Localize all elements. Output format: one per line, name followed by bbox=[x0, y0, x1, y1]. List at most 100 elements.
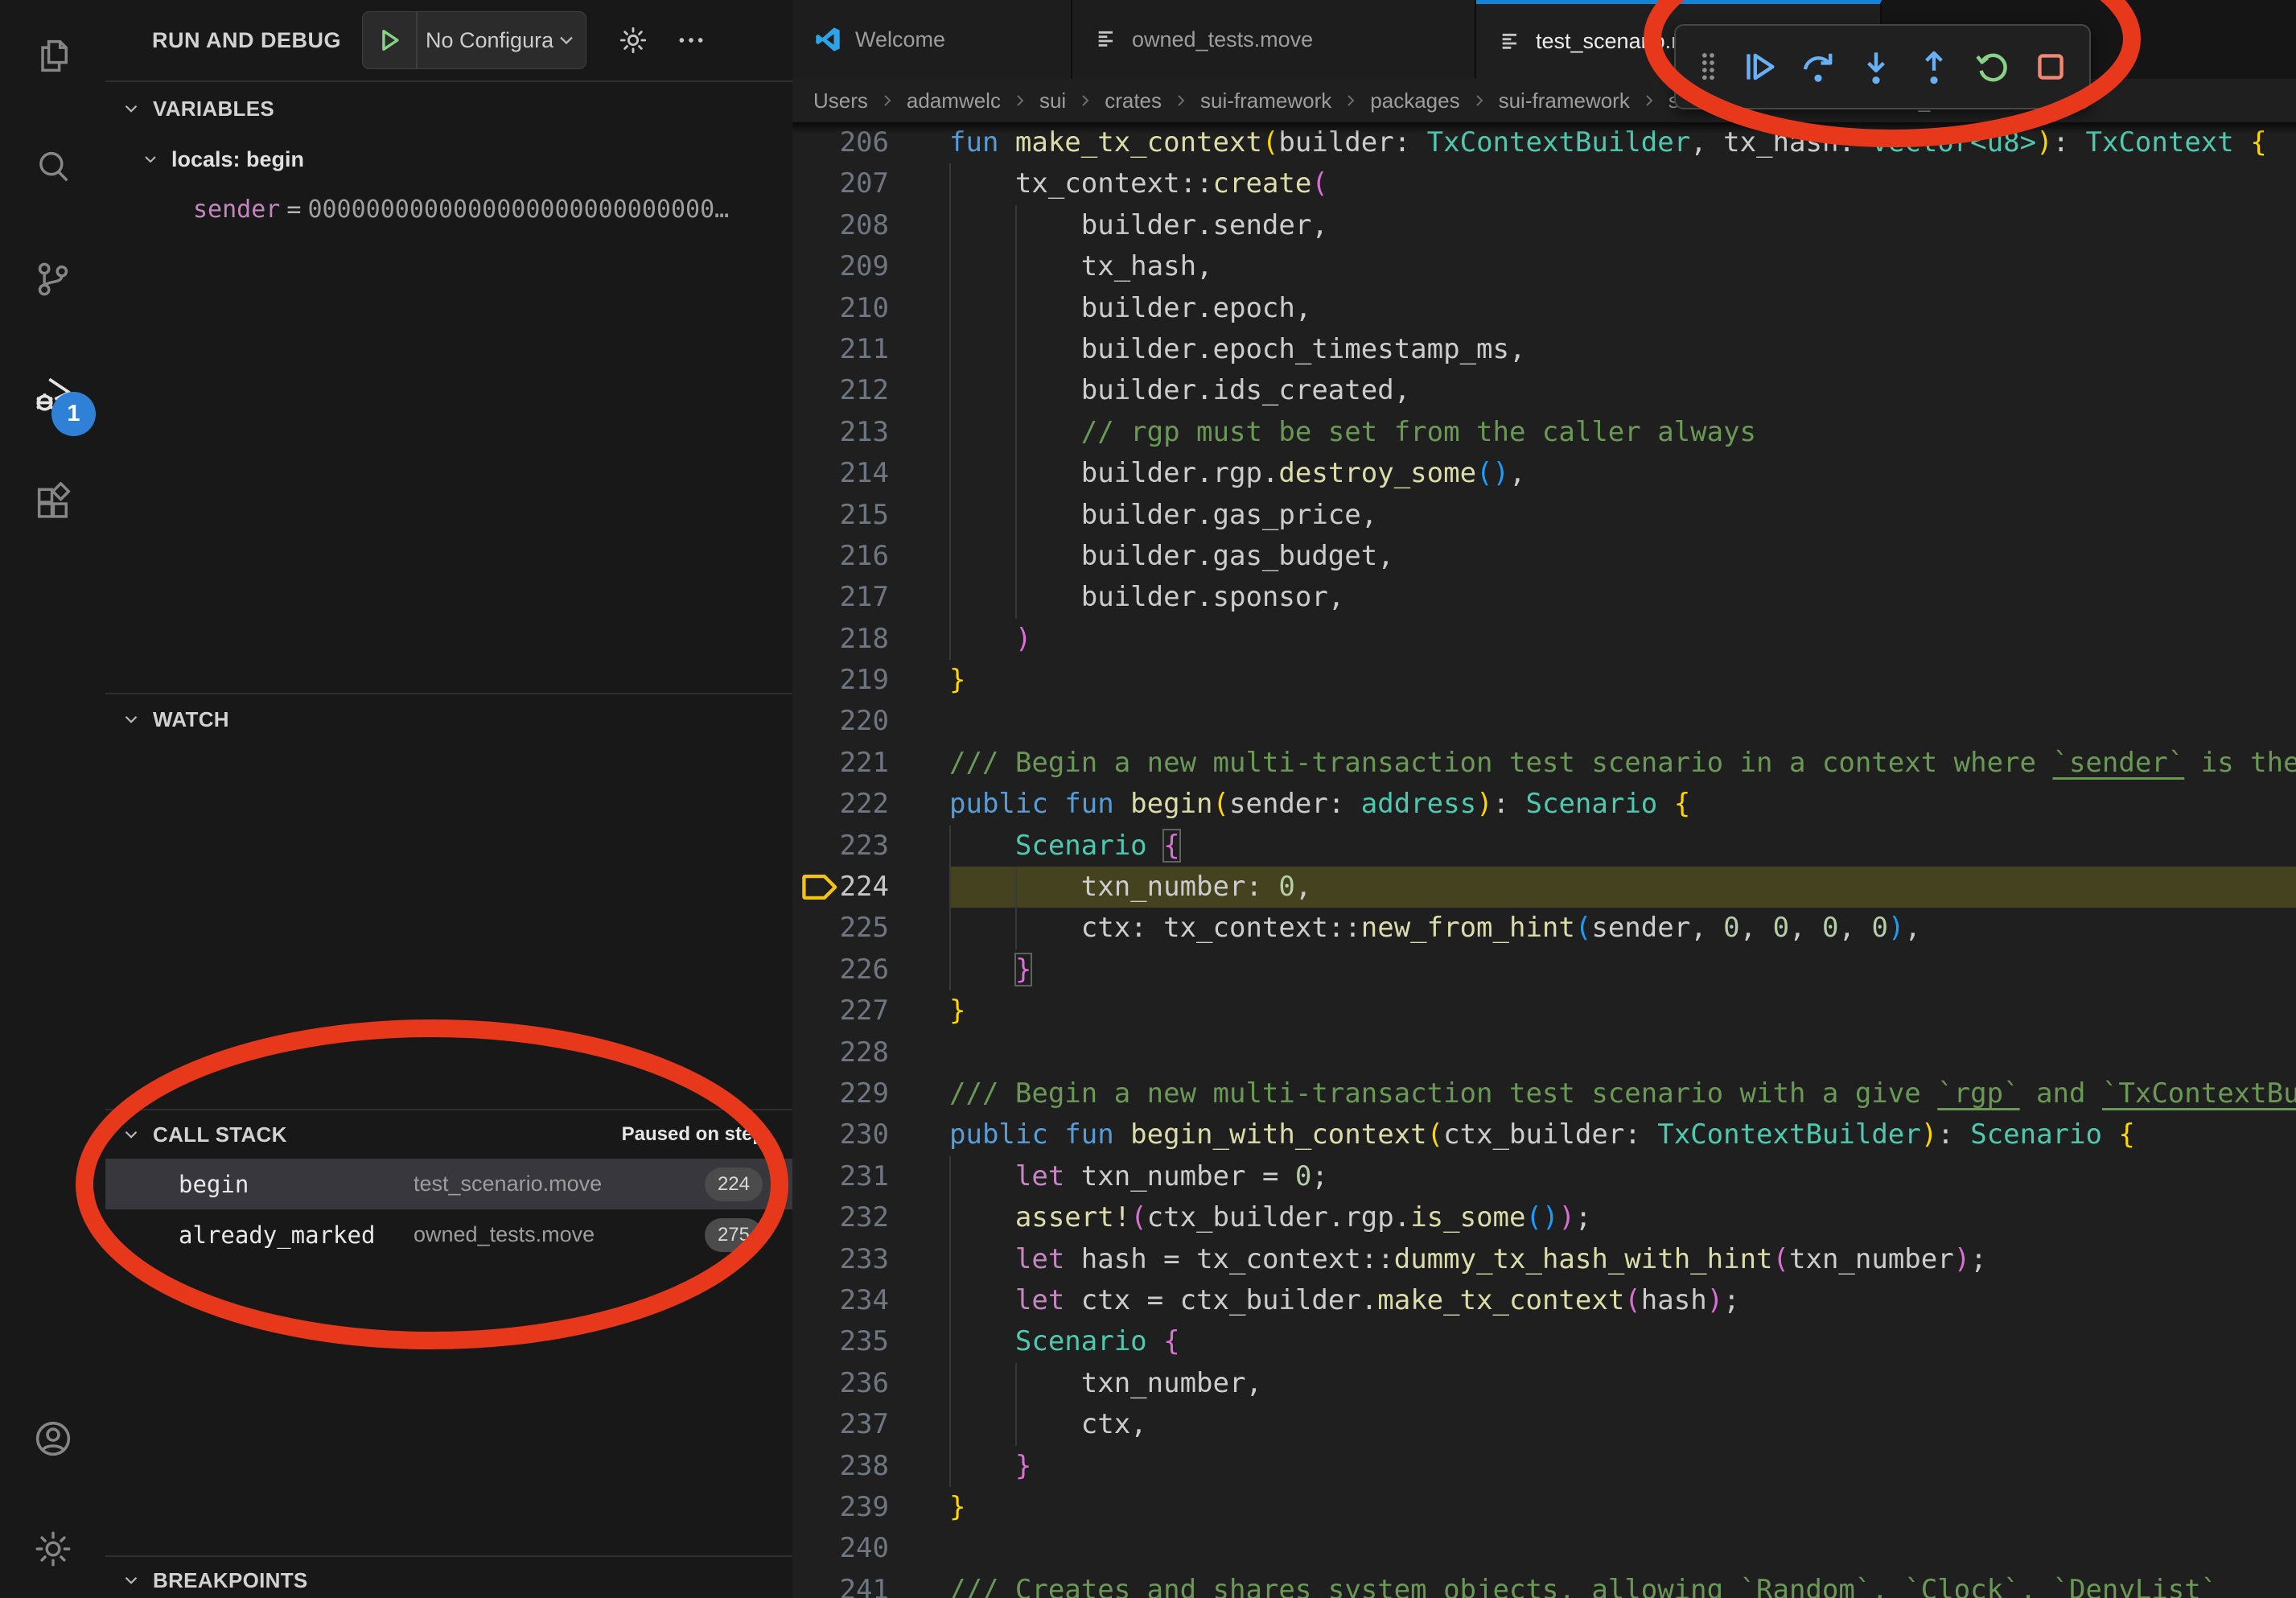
settings-gear-icon[interactable] bbox=[0, 1512, 105, 1586]
gutter[interactable]: 236 bbox=[792, 1363, 949, 1404]
gutter[interactable]: 217 bbox=[792, 577, 949, 618]
debug-settings-gear-icon[interactable] bbox=[617, 24, 649, 56]
code-line[interactable]: 208 builder.sender, bbox=[792, 205, 2296, 246]
gutter[interactable]: 226 bbox=[792, 949, 949, 991]
gutter[interactable]: 213 bbox=[792, 412, 949, 453]
gutter[interactable]: 224 bbox=[792, 867, 949, 908]
gutter[interactable]: 227 bbox=[792, 991, 949, 1032]
breadcrumb-item[interactable]: adamwelc bbox=[907, 89, 1001, 113]
breadcrumb-item[interactable]: packages bbox=[1370, 89, 1459, 113]
code-line[interactable]: 234 let ctx = ctx_builder.make_tx_contex… bbox=[792, 1280, 2296, 1321]
step-out-button[interactable] bbox=[1911, 39, 1957, 95]
breadcrumb-item[interactable]: sui-framework bbox=[1499, 89, 1630, 113]
code-line[interactable]: 216 builder.gas_budget, bbox=[792, 536, 2296, 577]
breakpoints-section-header[interactable]: BREAKPOINTS bbox=[105, 1562, 792, 1598]
code-line[interactable]: 239} bbox=[792, 1487, 2296, 1528]
code-line[interactable]: 224 txn_number: 0, bbox=[792, 867, 2296, 908]
more-actions-icon[interactable] bbox=[675, 24, 707, 56]
gutter[interactable]: 238 bbox=[792, 1446, 949, 1487]
explorer-icon[interactable] bbox=[0, 19, 105, 93]
breadcrumb-item[interactable]: crates bbox=[1105, 89, 1162, 113]
tab-owned-tests[interactable]: owned_tests.move bbox=[1072, 0, 1476, 79]
gutter[interactable]: 214 bbox=[792, 453, 949, 494]
stop-button[interactable] bbox=[2028, 39, 2073, 95]
gutter[interactable]: 212 bbox=[792, 370, 949, 411]
gutter[interactable]: 225 bbox=[792, 908, 949, 949]
gutter[interactable]: 233 bbox=[792, 1239, 949, 1280]
gutter[interactable]: 232 bbox=[792, 1197, 949, 1238]
gutter[interactable]: 221 bbox=[792, 743, 949, 784]
gutter[interactable]: 231 bbox=[792, 1156, 949, 1197]
code-line[interactable]: 217 builder.sponsor, bbox=[792, 577, 2296, 618]
gutter[interactable]: 229 bbox=[792, 1073, 949, 1114]
code-line[interactable]: 218 ) bbox=[792, 619, 2296, 660]
code-line[interactable]: 236 txn_number, bbox=[792, 1363, 2296, 1404]
code-line[interactable]: 209 tx_hash, bbox=[792, 246, 2296, 287]
code-line[interactable]: 228 bbox=[792, 1032, 2296, 1073]
gutter[interactable]: 228 bbox=[792, 1032, 949, 1073]
code-line[interactable]: 238 } bbox=[792, 1446, 2296, 1487]
gutter[interactable]: 215 bbox=[792, 495, 949, 536]
gutter[interactable]: 235 bbox=[792, 1321, 949, 1362]
gutter[interactable]: 209 bbox=[792, 246, 949, 287]
gutter[interactable]: 223 bbox=[792, 826, 949, 867]
step-over-button[interactable] bbox=[1796, 39, 1841, 95]
code-line[interactable]: 210 builder.epoch, bbox=[792, 288, 2296, 329]
stack-frame[interactable]: already_marked owned_tests.move 275 bbox=[105, 1209, 792, 1260]
gutter[interactable]: 234 bbox=[792, 1280, 949, 1321]
gutter[interactable]: 211 bbox=[792, 329, 949, 370]
code-area[interactable]: 206fun make_tx_context(builder: TxContex… bbox=[792, 122, 2296, 1598]
code-line[interactable]: 206fun make_tx_context(builder: TxContex… bbox=[792, 122, 2296, 163]
call-stack-section-header[interactable]: CALL STACK Paused on step bbox=[105, 1116, 792, 1153]
tab-welcome[interactable]: Welcome bbox=[792, 0, 1072, 79]
watch-section-header[interactable]: WATCH bbox=[105, 701, 792, 738]
account-icon[interactable] bbox=[0, 1402, 105, 1476]
debug-config-dropdown[interactable]: No Configura bbox=[418, 28, 553, 53]
gutter[interactable]: 222 bbox=[792, 784, 949, 825]
stack-frame[interactable]: begin test_scenario.move 224 bbox=[105, 1159, 792, 1209]
extensions-icon[interactable] bbox=[0, 466, 105, 540]
code-line[interactable]: 229/// Begin a new multi-transaction tes… bbox=[792, 1073, 2296, 1114]
code-line[interactable]: 231 let txn_number = 0; bbox=[792, 1156, 2296, 1197]
gutter[interactable]: 210 bbox=[792, 288, 949, 329]
code-line[interactable]: 230public fun begin_with_context(ctx_bui… bbox=[792, 1114, 2296, 1155]
code-line[interactable]: 227} bbox=[792, 991, 2296, 1032]
breadcrumb-item[interactable]: sui-framework bbox=[1200, 89, 1331, 113]
gutter[interactable]: 207 bbox=[792, 163, 949, 204]
gutter[interactable]: 230 bbox=[792, 1114, 949, 1155]
code-line[interactable]: 235 Scenario { bbox=[792, 1321, 2296, 1362]
gutter[interactable]: 206 bbox=[792, 122, 949, 163]
code-line[interactable]: 207 tx_context::create( bbox=[792, 163, 2296, 204]
gutter[interactable]: 237 bbox=[792, 1404, 949, 1445]
step-into-button[interactable] bbox=[1854, 39, 1899, 95]
code-line[interactable]: 240 bbox=[792, 1528, 2296, 1569]
gutter[interactable]: 220 bbox=[792, 701, 949, 742]
breadcrumb-item[interactable]: sui bbox=[1039, 89, 1066, 113]
code-line[interactable]: 219} bbox=[792, 660, 2296, 701]
code-line[interactable]: 223 Scenario { bbox=[792, 826, 2296, 867]
gutter[interactable]: 218 bbox=[792, 619, 949, 660]
code-line[interactable]: 212 builder.ids_created, bbox=[792, 370, 2296, 411]
start-debugging-button[interactable] bbox=[363, 12, 416, 68]
code-line[interactable]: 221/// Begin a new multi-transaction tes… bbox=[792, 743, 2296, 784]
code-line[interactable]: 222public fun begin(sender: address): Sc… bbox=[792, 784, 2296, 825]
code-line[interactable]: 237 ctx, bbox=[792, 1404, 2296, 1445]
code-line[interactable]: 213 // rgp must be set from the caller a… bbox=[792, 412, 2296, 453]
code-line[interactable]: 211 builder.epoch_timestamp_ms, bbox=[792, 329, 2296, 370]
code-line[interactable]: 225 ctx: tx_context::new_from_hint(sende… bbox=[792, 908, 2296, 949]
variables-scope-row[interactable]: locals: begin bbox=[105, 141, 792, 178]
code-line[interactable]: 233 let hash = tx_context::dummy_tx_hash… bbox=[792, 1239, 2296, 1280]
breadcrumb-item[interactable]: Users bbox=[813, 89, 868, 113]
restart-button[interactable] bbox=[1970, 39, 2015, 95]
gutter[interactable]: 240 bbox=[792, 1528, 949, 1569]
gutter[interactable]: 216 bbox=[792, 536, 949, 577]
code-line[interactable]: 232 assert!(ctx_builder.rgp.is_some()); bbox=[792, 1197, 2296, 1238]
gutter[interactable]: 241 bbox=[792, 1570, 949, 1598]
code-line[interactable]: 214 builder.rgp.destroy_some(), bbox=[792, 453, 2296, 494]
toolbar-drag-handle[interactable] bbox=[1692, 39, 1724, 95]
continue-button[interactable] bbox=[1737, 39, 1782, 95]
code-line[interactable]: 226 } bbox=[792, 949, 2296, 991]
code-line[interactable]: 215 builder.gas_price, bbox=[792, 495, 2296, 536]
source-control-icon[interactable] bbox=[0, 242, 105, 316]
variables-section-header[interactable]: VARIABLES bbox=[105, 90, 792, 127]
